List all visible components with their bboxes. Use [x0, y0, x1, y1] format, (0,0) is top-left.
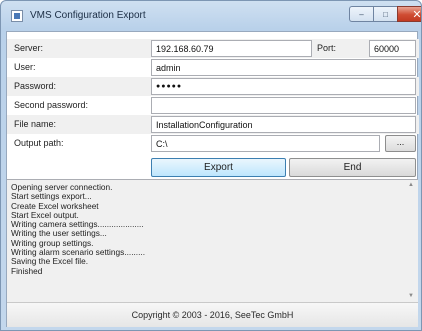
export-button[interactable]: Export: [151, 158, 286, 177]
output-path-row: Output path: C:\ ...: [7, 134, 419, 153]
log-line: Saving the Excel file.: [11, 256, 89, 267]
second-password-label: Second password:: [14, 100, 89, 110]
file-name-field[interactable]: InstallationConfiguration: [151, 116, 416, 133]
client-area: Server: 192.168.60.79 Port: 60000 User: …: [6, 31, 419, 327]
copyright-footer: Copyright © 2003 - 2016, SeeTec GmbH: [7, 302, 418, 327]
port-field[interactable]: 60000: [369, 40, 416, 57]
log-output[interactable]: Opening server connection. Start settings…: [7, 179, 418, 303]
port-label: Port:: [317, 43, 337, 53]
app-window: VMS Configuration Export – □ ✕ Server: 1…: [0, 0, 422, 331]
file-name-row: File name: InstallationConfiguration: [7, 115, 419, 134]
log-lines: Opening server connection. Start settings…: [11, 182, 401, 276]
user-row: User: admin: [7, 58, 419, 77]
close-button[interactable]: ✕: [397, 6, 421, 22]
file-name-label: File name:: [14, 119, 57, 129]
user-field[interactable]: admin: [151, 59, 416, 76]
password-label: Password:: [14, 81, 57, 91]
window-title: VMS Configuration Export: [30, 10, 146, 21]
minimize-button[interactable]: –: [349, 6, 373, 22]
browse-button[interactable]: ...: [385, 135, 416, 152]
server-label: Server:: [14, 43, 44, 53]
output-path-label: Output path:: [14, 138, 64, 148]
scroll-up-icon[interactable]: ▲: [408, 182, 414, 188]
log-scrollbar[interactable]: ▲ ▼: [405, 180, 418, 303]
log-line: Finished: [11, 265, 43, 276]
app-icon: [11, 10, 23, 22]
end-button[interactable]: End: [289, 158, 416, 177]
title-bar[interactable]: VMS Configuration Export – □ ✕: [1, 1, 421, 31]
maximize-button[interactable]: □: [373, 6, 397, 22]
user-label: User:: [14, 62, 36, 72]
password-row: Password: ●●●●●: [7, 77, 419, 96]
password-field[interactable]: ●●●●●: [151, 78, 416, 95]
second-password-field[interactable]: [151, 97, 416, 114]
scroll-down-icon[interactable]: ▼: [408, 293, 414, 299]
output-path-field[interactable]: C:\: [151, 135, 380, 152]
window-controls: – □ ✕: [349, 6, 421, 23]
second-password-row: Second password:: [7, 96, 419, 115]
server-row: Server: 192.168.60.79 Port: 60000: [7, 39, 419, 58]
server-field[interactable]: 192.168.60.79: [151, 40, 312, 57]
